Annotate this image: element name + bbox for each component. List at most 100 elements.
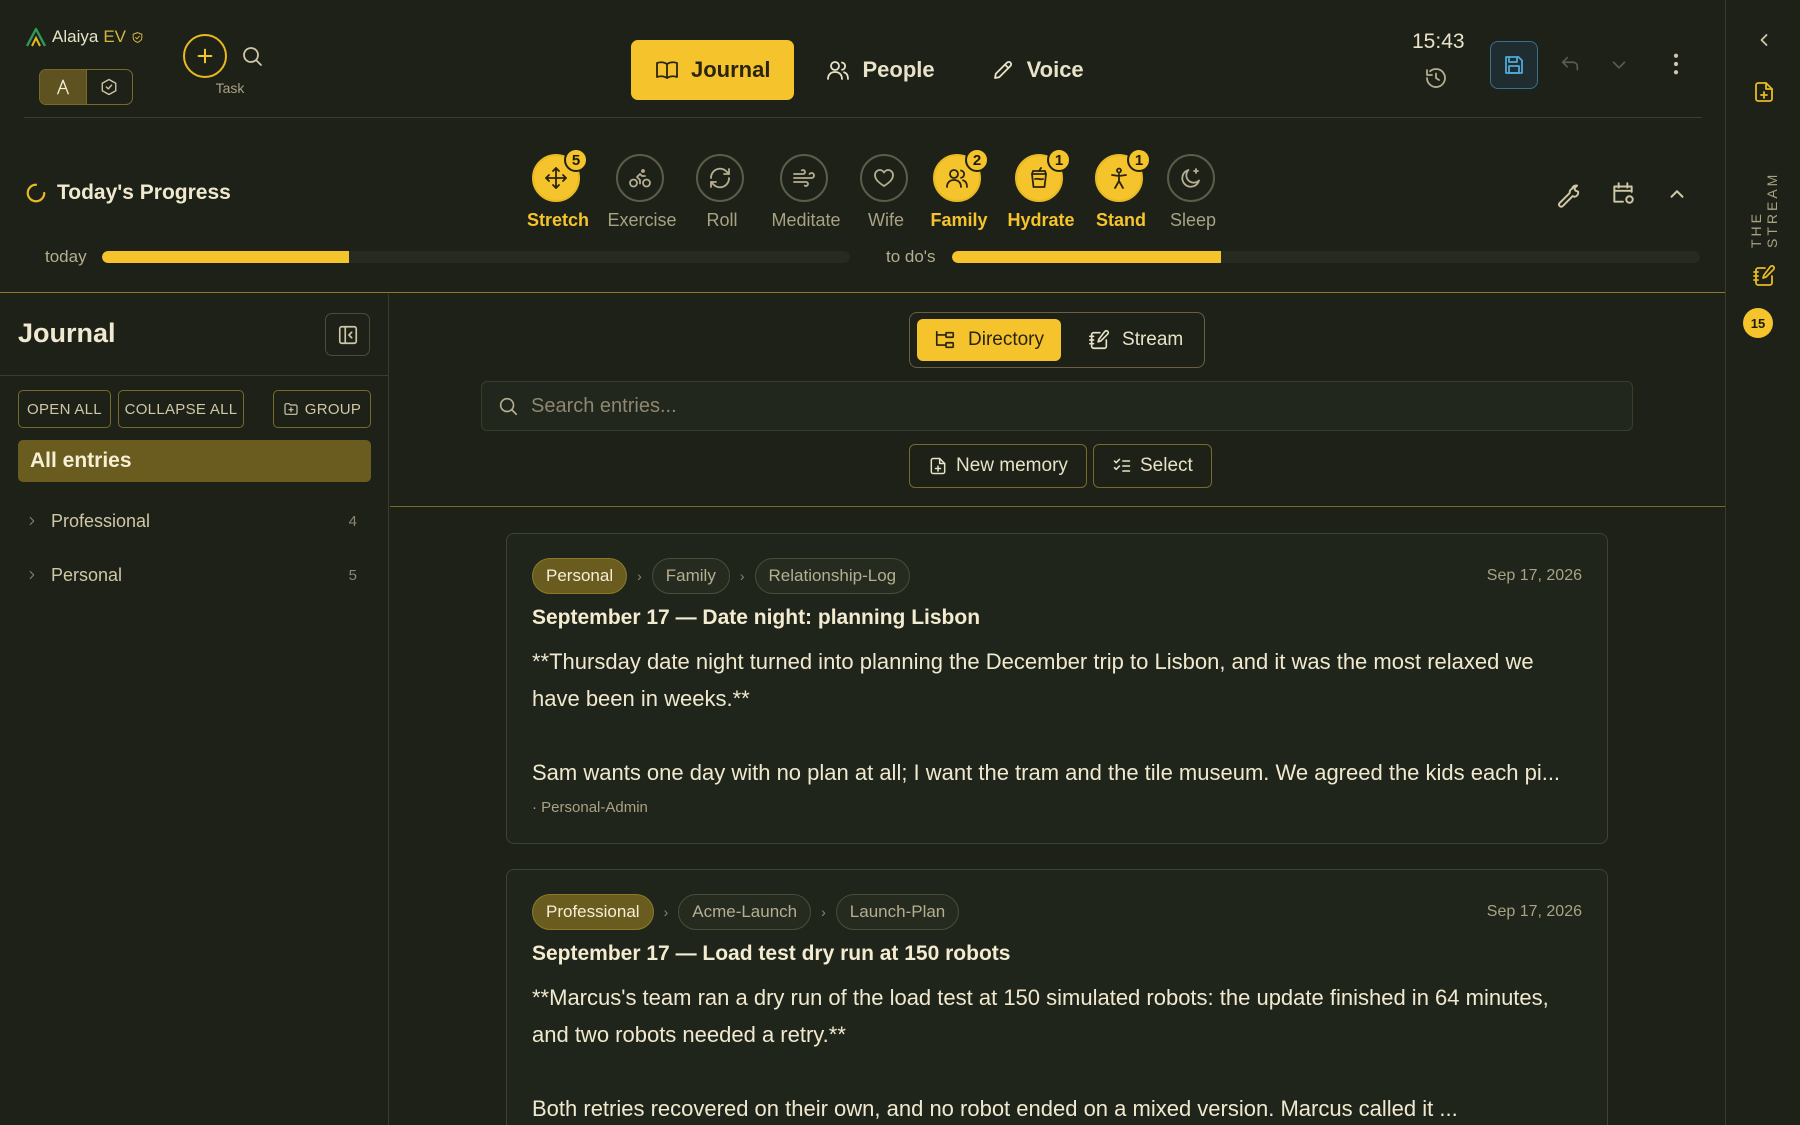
hexagon-check-icon bbox=[101, 78, 117, 96]
open-all-button[interactable]: OPEN ALL bbox=[18, 390, 111, 428]
group-button-label: GROUP bbox=[304, 400, 362, 418]
rail-new-entry-button[interactable] bbox=[1752, 80, 1776, 104]
app-logo[interactable]: Alaiya EV bbox=[25, 26, 144, 48]
habit-label: Sleep bbox=[1169, 210, 1217, 230]
entries-search bbox=[481, 381, 1633, 431]
view-directory[interactable]: Directory bbox=[917, 319, 1062, 361]
sidebar-collapse-button[interactable] bbox=[325, 313, 370, 356]
tab-voice[interactable]: Voice bbox=[967, 40, 1108, 100]
todo-progress-fill bbox=[952, 251, 1222, 263]
calendar-gear-icon bbox=[1613, 182, 1634, 204]
habit-label: Wife bbox=[868, 210, 904, 230]
app-suffix: EV bbox=[103, 27, 126, 46]
mode-hexagon[interactable] bbox=[87, 70, 133, 104]
floppy-disk-icon bbox=[1505, 56, 1523, 74]
select-button[interactable]: Select bbox=[1093, 444, 1212, 488]
new-memory-button[interactable]: New memory bbox=[909, 444, 1087, 488]
moon-icon bbox=[1181, 168, 1200, 188]
cup-icon bbox=[1031, 167, 1047, 188]
calendar-settings-button[interactable] bbox=[1610, 180, 1636, 206]
entry-breadcrumb: Personal › Family › Relationship-Log Sep… bbox=[532, 558, 1582, 594]
rail-stream-button[interactable] bbox=[1752, 264, 1776, 288]
habit-label: Stretch bbox=[526, 210, 590, 230]
habit-label: Stand bbox=[1095, 210, 1147, 230]
entry-meta: · Personal-Admin bbox=[532, 799, 648, 816]
crumb-separator-icon: › bbox=[821, 904, 826, 920]
entry-crumb-chip[interactable]: Acme-Launch bbox=[678, 894, 812, 930]
collapse-all-button[interactable]: COLLAPSE ALL bbox=[118, 390, 244, 428]
mountain-logo-icon bbox=[25, 27, 47, 47]
move-icon bbox=[545, 167, 567, 189]
app-name: Alaiya bbox=[52, 27, 99, 46]
group-button[interactable]: GROUP bbox=[273, 390, 371, 428]
habit-ring[interactable] bbox=[860, 154, 908, 202]
entry-crumb-chip[interactable]: Relationship-Log bbox=[754, 558, 911, 594]
folder-label: Personal bbox=[51, 564, 123, 585]
entry-date: Sep 17, 2026 bbox=[1486, 567, 1582, 584]
tab-people[interactable]: People bbox=[802, 40, 958, 100]
habit-ring[interactable] bbox=[696, 154, 744, 202]
habit-count-badge: 2 bbox=[965, 148, 989, 172]
mode-toggle bbox=[39, 69, 133, 105]
entries-search-input[interactable] bbox=[531, 394, 1632, 418]
select-label: Select bbox=[1140, 455, 1193, 476]
redo-dropdown-button[interactable] bbox=[1608, 54, 1630, 76]
view-directory-label: Directory bbox=[968, 329, 1045, 350]
entry-crumb-chip[interactable]: Family bbox=[651, 558, 730, 594]
undo-button[interactable] bbox=[1558, 54, 1582, 76]
chevron-right-icon bbox=[29, 516, 35, 526]
loader-icon bbox=[26, 183, 46, 203]
notebook-pen-icon bbox=[1089, 329, 1110, 350]
settings-wrench-button[interactable] bbox=[1556, 182, 1582, 208]
rail-expand-button[interactable] bbox=[1754, 30, 1774, 50]
view-stream[interactable]: Stream bbox=[1071, 319, 1200, 361]
all-entries-item[interactable]: All entries bbox=[18, 440, 371, 482]
clock: 15:43 bbox=[1412, 30, 1465, 53]
journal-main: Directory Stream New memory Select Perso… bbox=[390, 294, 1725, 1125]
main-divider bbox=[390, 506, 1725, 507]
chevron-left-icon bbox=[1760, 34, 1768, 46]
entry-body: **Thursday date night turned into planni… bbox=[532, 643, 1582, 791]
todo-bar-label: to do's bbox=[886, 247, 936, 266]
tab-people-label: People bbox=[862, 57, 935, 82]
journal-entry-card[interactable]: Professional › Acme-Launch › Launch-Plan… bbox=[506, 869, 1608, 1125]
tab-journal[interactable]: Journal bbox=[631, 40, 795, 100]
book-icon bbox=[656, 61, 678, 79]
stream-rail: THE STREAM 15 bbox=[1725, 0, 1800, 1125]
history-button[interactable] bbox=[1424, 66, 1448, 90]
folder-personal[interactable]: Personal 5 bbox=[25, 560, 357, 590]
tab-journal-label: Journal bbox=[691, 57, 771, 82]
chevron-right-icon bbox=[29, 570, 35, 580]
file-plus-icon bbox=[1755, 82, 1773, 102]
search-icon bbox=[243, 47, 262, 66]
mode-letter-a[interactable] bbox=[40, 70, 87, 104]
more-options-button[interactable] bbox=[1665, 50, 1687, 78]
add-task-button[interactable] bbox=[183, 34, 227, 78]
pencil-icon bbox=[993, 60, 1012, 79]
tab-voice-label: Voice bbox=[1026, 57, 1084, 82]
folder-professional[interactable]: Professional 4 bbox=[25, 506, 357, 536]
sidebar-title: Journal bbox=[18, 318, 116, 348]
dots-vertical-icon bbox=[1673, 53, 1679, 75]
header-divider bbox=[24, 117, 1702, 118]
entry-body: **Marcus's team ran a dry run of the loa… bbox=[532, 979, 1582, 1125]
collapse-progress-button[interactable] bbox=[1666, 183, 1688, 205]
top-header: Alaiya EV Task Journal People Voice 15:4… bbox=[0, 0, 1725, 293]
save-button[interactable] bbox=[1490, 41, 1538, 89]
habit-ring[interactable] bbox=[1167, 154, 1215, 202]
global-search-button[interactable] bbox=[240, 44, 264, 68]
letter-a-icon bbox=[56, 79, 69, 95]
main-nav: Journal People Voice bbox=[631, 40, 1108, 100]
entry-crumb-chip[interactable]: Professional bbox=[532, 894, 654, 930]
wrench-icon bbox=[1558, 184, 1580, 208]
refresh-icon bbox=[710, 167, 730, 189]
search-icon bbox=[499, 397, 518, 416]
entry-crumb-chip[interactable]: Personal bbox=[532, 558, 628, 594]
habit-ring[interactable] bbox=[780, 154, 828, 202]
habit-ring[interactable] bbox=[616, 154, 664, 202]
entry-crumb-chip[interactable]: Launch-Plan bbox=[835, 894, 960, 930]
habit-label: Exercise bbox=[607, 210, 677, 230]
crumb-separator-icon: › bbox=[637, 568, 642, 584]
journal-entry-card[interactable]: Personal › Family › Relationship-Log Sep… bbox=[506, 533, 1608, 844]
crumb-separator-icon: › bbox=[663, 904, 669, 920]
